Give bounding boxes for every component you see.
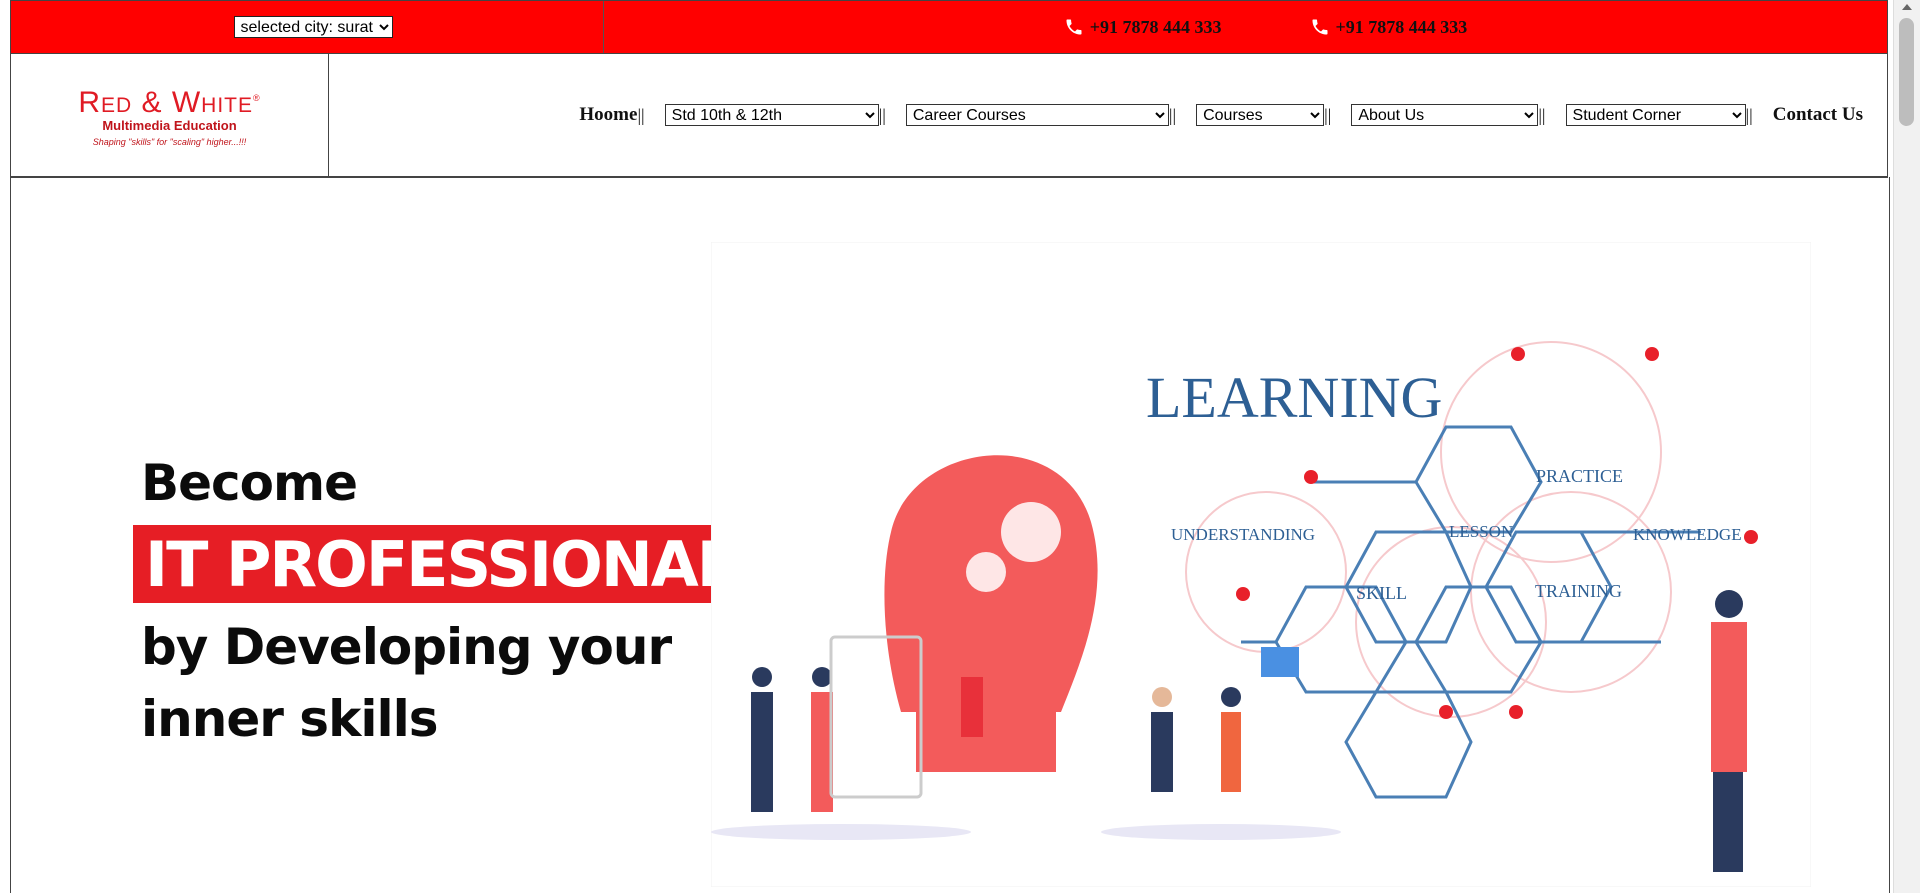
top-bar: selected city: surat +91 7878 444 333 +9… [10,0,1888,54]
phone-number-text: +91 7878 444 333 [1089,16,1222,37]
nav-menu: Hoome || Std 10th & 12th || Career Cours… [329,54,1887,176]
logo[interactable]: Red & White® Multimedia Education Shapin… [78,83,261,148]
phone-cell: +91 7878 444 333 +91 7878 444 333 [604,1,1887,53]
nav-contact-link[interactable]: Contact Us [1773,104,1863,126]
nav-separator: || [1168,104,1177,125]
nav-about-select[interactable]: About Us [1351,104,1539,126]
hero-banner: Become IT PROFESSIONAL by Developing you… [10,177,1890,893]
nav-courses-select[interactable]: Courses [1196,104,1325,126]
hero-line-1: Become [141,454,358,512]
hero-text: Become IT PROFESSIONAL by Developing you… [133,447,747,755]
hero-line-2: by Developing your [141,618,672,676]
hex-label: SKILL [1356,583,1407,603]
hex-label: KNOWLEDGE [1633,525,1742,544]
city-select[interactable]: selected city: surat [233,16,393,38]
nav-separator: || [637,104,645,125]
nav-separator: || [1324,104,1332,125]
nav-student-select[interactable]: Student Corner [1565,104,1746,126]
page-frame: selected city: surat +91 7878 444 333 +9… [10,0,1890,893]
learning-heading: LEARNING [1146,365,1442,430]
hero-line-3: inner skills [141,690,439,748]
city-cell: selected city: surat [11,1,604,53]
hex-label: UNDERSTANDING [1171,525,1315,544]
phone-icon [1066,19,1082,35]
logo-tagline: Shaping "skills" for "scaling" higher...… [92,137,247,147]
hex-label: PRACTICE [1536,466,1623,486]
nav-career-select[interactable]: Career Courses [905,104,1169,126]
logo-wordmark: Red & White® [78,86,261,119]
learning-illustration: LEARNING PRACTICE UNDERSTANDING LESSON K… [711,242,1811,887]
nav-home-link[interactable]: Hoome [579,104,637,126]
ground-shadow [711,824,971,840]
logo-subtitle: Multimedia Education [102,118,237,133]
ground-shadow [1101,824,1341,840]
phone-number-text: +91 7878 444 333 [1335,16,1468,37]
hex-label: TRAINING [1535,581,1622,601]
nav-separator: || [1745,104,1753,125]
hero-highlight: IT PROFESSIONAL [133,525,747,603]
phone-number-1[interactable]: +91 7878 444 333 [1064,17,1222,38]
hex-label: LESSON [1449,522,1513,541]
nav-separator: || [1538,104,1546,125]
scroll-up-arrow-icon[interactable] [1902,4,1912,10]
phone-number-2[interactable]: +91 7878 444 333 [1310,16,1468,38]
scroll-thumb[interactable] [1899,18,1914,126]
phone-icon [1312,19,1327,35]
logo-cell: Red & White® Multimedia Education Shapin… [11,54,329,176]
nav-separator: || [878,104,886,125]
main-nav-row: Red & White® Multimedia Education Shapin… [10,53,1888,178]
page-scrollbar[interactable] [1893,0,1920,893]
nav-std-select[interactable]: Std 10th & 12th [664,104,879,126]
